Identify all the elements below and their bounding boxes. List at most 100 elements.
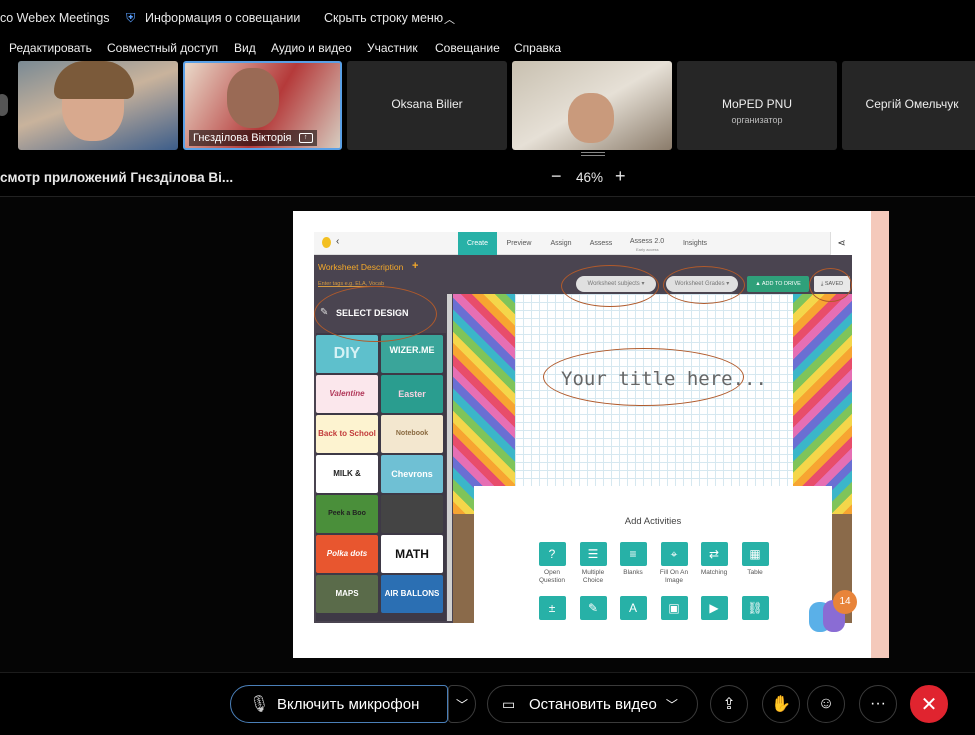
zoom-in-button[interactable]: + (615, 166, 626, 187)
chevron-down-icon: ﹀ (455, 697, 468, 712)
hide-menu-button[interactable]: Скрыть строку меню (324, 11, 443, 25)
design-gallery-scrollbar[interactable] (447, 294, 452, 621)
participant-video-2[interactable]: Гнєзділова Вікторія ↑ (183, 61, 342, 150)
target-icon: ⌖ (660, 542, 688, 566)
design-card[interactable]: MAPS (316, 575, 378, 613)
design-card[interactable]: MILK & COOKIES (316, 455, 378, 493)
menu-bar: Редактировать Совместный доступ Вид Ауди… (0, 36, 975, 60)
wizer-app: ‹ Create Preview Assign Assess Assess 2.… (314, 232, 852, 623)
audio-options-dropdown[interactable]: ﹀ (448, 685, 476, 723)
annotation-ring (809, 268, 852, 302)
activity-fill-on-image[interactable]: ⌖ Fill On An Image (654, 542, 694, 585)
activity-blanks[interactable]: ≡ Blanks (613, 542, 653, 577)
reactions-button[interactable]: ☺ (807, 685, 845, 723)
design-card[interactable]: Notebook (381, 415, 443, 453)
activity-multiple-choice[interactable]: ☰ Multiple Choice (573, 542, 613, 585)
menu-view[interactable]: Вид (234, 41, 256, 55)
stop-video-label: Остановить видео (529, 695, 657, 713)
activity-math[interactable]: ± (532, 596, 572, 620)
participant-tile-serhii[interactable]: Сергій Омельчук (842, 61, 975, 150)
participant-tile-moped[interactable]: MoPED PNU организатор (677, 61, 837, 150)
design-card[interactable]: Polka dots (316, 535, 378, 573)
menu-participant[interactable]: Участник (367, 41, 418, 55)
chevron-up-icon[interactable]: ︿ (444, 11, 455, 27)
design-card[interactable]: AIR BALLONS (381, 575, 443, 613)
notification-badge: 14 (833, 590, 857, 614)
image-icon: ▣ (660, 596, 688, 620)
design-card[interactable]: Chevrons (381, 455, 443, 493)
design-card[interactable]: Easter (381, 375, 443, 413)
unmute-button[interactable]: 🎙 Включить микрофон (230, 685, 448, 723)
share-title: смотр приложений Гнєзділова Ві... (0, 170, 234, 185)
math-icon: ± (538, 596, 566, 620)
menu-audio-video[interactable]: Аудио и видео (271, 41, 352, 55)
worksheet-description[interactable]: Worksheet Description (318, 262, 403, 272)
back-chevron-icon[interactable]: ‹ (336, 236, 339, 247)
menu-help[interactable]: Справка (514, 41, 561, 55)
person-face (568, 93, 614, 143)
share-content-button[interactable]: ⇪ (710, 685, 748, 723)
add-activities-title: Add Activities (624, 516, 682, 527)
participant-name: Oksana Bilier (391, 97, 463, 111)
add-description-icon[interactable]: + (412, 260, 418, 272)
person-face (227, 68, 279, 128)
close-icon: ✕ (920, 693, 938, 716)
activity-table[interactable]: ▦ Table (735, 542, 775, 577)
tab-insights[interactable]: Insights (674, 232, 716, 255)
smiley-icon: ☺ (817, 695, 835, 712)
design-card[interactable]: MATH (381, 535, 443, 573)
annotation-ring (663, 266, 745, 304)
design-card[interactable]: Back to School (316, 415, 378, 453)
participant-video-4[interactable] (512, 61, 672, 150)
tab-assess[interactable]: Assess (584, 232, 618, 255)
annotation-ring (314, 286, 437, 342)
menu-meeting[interactable]: Совещание (435, 41, 500, 55)
leave-meeting-button[interactable]: ✕ (910, 685, 948, 723)
activity-open-question[interactable]: ? Open Question (532, 542, 572, 585)
link-icon: ⛓ (741, 596, 769, 620)
stop-video-button[interactable]: ▭ Остановить видео ﹀ (487, 685, 698, 723)
activity-matching[interactable]: ⇄ Matching (694, 542, 734, 577)
share-screen-icon: ⇪ (722, 696, 736, 713)
assistant-widget[interactable]: 14 (809, 590, 857, 634)
activity-video[interactable]: ▶ (694, 596, 734, 620)
more-icon: ··· (870, 695, 886, 712)
strip-resize-handle[interactable] (581, 152, 605, 156)
add-to-drive-button[interactable]: ▲ ADD TO DRIVE (747, 276, 809, 292)
tab-create[interactable]: Create (458, 232, 497, 255)
zoom-out-button[interactable]: − (551, 166, 562, 187)
strip-scroll-left-button[interactable] (0, 94, 8, 116)
meeting-controls: 🎙 Включить микрофон ﹀ ▭ Остановить видео… (0, 672, 975, 735)
tab-assign[interactable]: Assign (544, 232, 578, 255)
design-card[interactable]: Peek a Boo (316, 495, 378, 533)
chevron-down-icon[interactable]: ﹀ (666, 696, 678, 713)
more-options-button[interactable]: ··· (859, 685, 897, 723)
table-icon: ▦ (741, 542, 769, 566)
share-icon[interactable]: ⋖ (830, 232, 852, 255)
menu-edit[interactable]: Редактировать (9, 41, 92, 55)
menu-share[interactable]: Совместный доступ (107, 41, 218, 55)
activity-draw[interactable]: ✎ (573, 596, 613, 620)
meeting-info-button[interactable]: Информация о совещании (145, 11, 300, 25)
app-title: co Webex Meetings (0, 11, 110, 25)
bulb-icon (322, 237, 331, 248)
zoom-level: 46% (576, 170, 604, 185)
design-card[interactable] (381, 495, 443, 533)
title-bar: co Webex Meetings ⛨ Информация о совещан… (0, 0, 975, 36)
participant-video-1[interactable] (18, 61, 178, 150)
participant-role: организатор (731, 115, 783, 125)
activity-image[interactable]: ▣ (654, 596, 694, 620)
participant-tile-oksana[interactable]: Oksana Bilier (347, 61, 507, 150)
unmute-label: Включить микрофон (277, 695, 420, 713)
shield-icon: ⛨ (126, 11, 136, 25)
annotation-ring (543, 348, 744, 406)
participant-name-label: Гнєзділова Вікторія ↑ (189, 130, 317, 146)
list-icon: ☰ (579, 542, 607, 566)
raise-hand-button[interactable]: ✋ (762, 685, 800, 723)
tab-preview[interactable]: Preview (502, 232, 536, 255)
activity-text[interactable]: A (613, 596, 653, 620)
question-icon: ? (538, 542, 566, 566)
design-card[interactable]: Valentine (316, 375, 378, 413)
share-info-bar: смотр приложений Гнєзділова Ві... − 46% … (0, 160, 975, 194)
activity-link[interactable]: ⛓ (735, 596, 775, 620)
